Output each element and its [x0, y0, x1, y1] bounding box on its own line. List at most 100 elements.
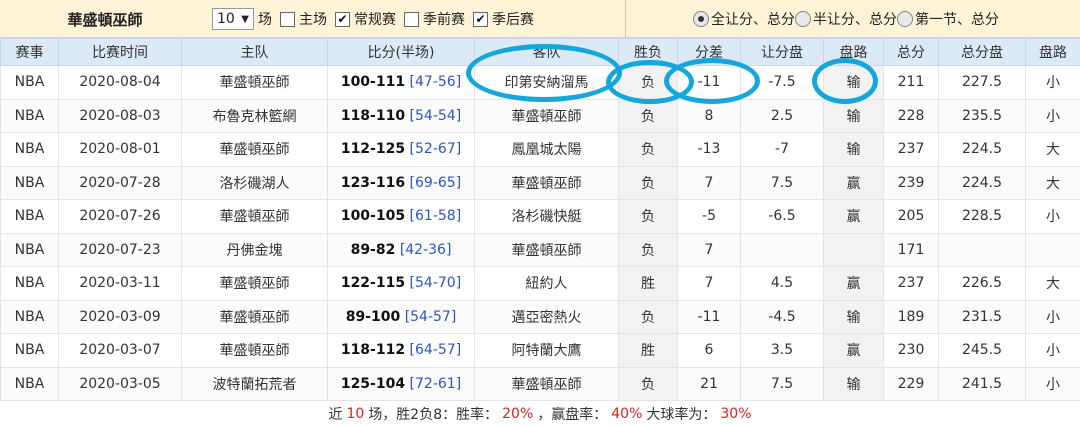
halftime-score: [52-67]: [409, 141, 462, 158]
halftime-score: [47-56]: [409, 74, 462, 91]
cell-date: 2020-03-07: [58, 333, 182, 368]
cell-home-team: 布魯克林籃網: [181, 98, 328, 133]
cell-spread-result: 输: [823, 366, 884, 401]
cell-league: NBA: [0, 333, 59, 368]
cell-over-under: 小: [1025, 333, 1080, 368]
cell-home-team: 波特蘭拓荒者: [181, 366, 328, 401]
cell-total: 205: [883, 199, 939, 234]
final-score: 122-115: [340, 275, 406, 292]
header-diff: 分差: [677, 38, 741, 66]
cell-over-under: 小: [1025, 366, 1080, 401]
cell-spread: -4.5: [740, 299, 824, 334]
cell-total: 211: [883, 65, 939, 100]
playoffs-checkbox[interactable]: ✔: [473, 11, 488, 27]
cell-total: 189: [883, 299, 939, 334]
cell-total: 237: [883, 132, 939, 167]
cell-spread-result: 输: [823, 299, 884, 334]
cell-date: 2020-03-11: [58, 266, 182, 301]
table-row: NBA 2020-07-26 華盛頓巫師 100-105 [61-58] 洛杉磯快艇负 -…: [0, 199, 1080, 234]
header-total-line: 总分盘: [938, 38, 1026, 66]
table-row: NBA 2020-07-23 丹佛金塊 89-82 [42-36] 華盛頓巫師负 7 171: [0, 232, 1080, 267]
cell-result: 负: [618, 232, 678, 267]
cell-away-team: 紐約人: [474, 266, 619, 301]
cell-total: 239: [883, 165, 939, 200]
summary-record: 场，胜2负8：胜率：: [368, 406, 499, 423]
table-row: NBA 2020-03-05 波特蘭拓荒者 125-104 [72-61] 華盛頓巫師负…: [0, 366, 1080, 401]
cell-home-team: 華盛頓巫師: [181, 299, 328, 334]
preseason-checkbox[interactable]: [404, 11, 419, 27]
filter-bar: 華盛頓巫師 10 ▼ 场 主场 ✔ 常规赛 季前赛 ✔ 季后赛 全让分、总分 半…: [0, 0, 1080, 38]
cell-league: NBA: [0, 98, 59, 133]
cell-league: NBA: [0, 366, 59, 401]
cell-diff: -11: [677, 299, 741, 334]
full-line-radio[interactable]: [693, 11, 709, 27]
header-home: 主队: [181, 38, 328, 66]
final-score: 100-105: [340, 208, 406, 225]
cell-score: 118-112 [64-57]: [327, 333, 475, 368]
final-score: 100-111: [340, 74, 406, 91]
cell-spread-result: 输: [823, 98, 884, 133]
cell-over-under: [1025, 232, 1080, 267]
home-checkbox[interactable]: [280, 11, 295, 27]
cell-date: 2020-08-01: [58, 132, 182, 167]
summary-cover-label: ，赢盘率：: [537, 406, 608, 423]
cell-league: NBA: [0, 266, 59, 301]
first-quarter-radio[interactable]: [897, 11, 913, 27]
cell-total-line: 227.5: [938, 65, 1026, 100]
cell-total: 228: [883, 98, 939, 133]
cell-date: 2020-08-04: [58, 65, 182, 100]
cell-date: 2020-03-09: [58, 299, 182, 334]
half-line-radio[interactable]: [795, 11, 811, 27]
cell-total-line: 226.5: [938, 266, 1026, 301]
cell-date: 2020-07-28: [58, 165, 182, 200]
chevron-down-icon: ▼: [241, 13, 249, 25]
cell-total-line: 245.5: [938, 333, 1026, 368]
preseason-label: 季前赛: [423, 12, 465, 28]
summary-count: 10: [346, 405, 365, 422]
cell-away-team: 阿特蘭大鷹: [474, 333, 619, 368]
cell-league: NBA: [0, 199, 59, 234]
cell-result: 负: [618, 366, 678, 401]
cell-league: NBA: [0, 132, 59, 167]
cell-total: 230: [883, 333, 939, 368]
header-date: 比赛时间: [58, 38, 182, 66]
cell-spread: 2.5: [740, 98, 824, 133]
cell-spread-result: 赢: [823, 333, 884, 368]
cell-diff: 7: [677, 165, 741, 200]
cell-home-team: 華盛頓巫師: [181, 132, 328, 167]
cell-date: 2020-08-03: [58, 98, 182, 133]
cell-total-line: 231.5: [938, 299, 1026, 334]
cell-score: 100-105 [61-58]: [327, 199, 475, 234]
match-count-unit: 场: [258, 12, 272, 28]
cell-over-under: 小: [1025, 98, 1080, 133]
cell-home-team: 華盛頓巫師: [181, 65, 328, 100]
cell-home-team: 丹佛金塊: [181, 232, 328, 267]
cell-date: 2020-07-26: [58, 199, 182, 234]
playoffs-label: 季后赛: [492, 12, 534, 28]
regular-season-checkbox[interactable]: ✔: [335, 11, 350, 27]
cell-total-line: 235.5: [938, 98, 1026, 133]
cell-spread: -7: [740, 132, 824, 167]
cell-spread-result: [823, 232, 884, 267]
cell-away-team: 華盛頓巫師: [474, 232, 619, 267]
cell-away-team: 華盛頓巫師: [474, 98, 619, 133]
cell-score: 89-100 [54-57]: [327, 299, 475, 334]
regular-season-label: 常规赛: [354, 12, 396, 28]
header-total: 总分: [883, 38, 939, 66]
cell-diff: 7: [677, 266, 741, 301]
cell-league: NBA: [0, 232, 59, 267]
header-score: 比分(半场): [327, 38, 475, 66]
cell-score: 100-111 [47-56]: [327, 65, 475, 100]
cell-score: 112-125 [52-67]: [327, 132, 475, 167]
cell-home-team: 華盛頓巫師: [181, 266, 328, 301]
header-away: 客队: [474, 38, 619, 66]
cell-diff: 7: [677, 232, 741, 267]
half-line-label: 半让分、总分: [813, 12, 897, 28]
first-quarter-label: 第一节、总分: [915, 12, 999, 28]
cell-spread: -6.5: [740, 199, 824, 234]
match-count-select[interactable]: 10 ▼: [212, 8, 254, 30]
cell-result: 负: [618, 165, 678, 200]
cell-away-team: 洛杉磯快艇: [474, 199, 619, 234]
cell-spread: [740, 232, 824, 267]
cell-over-under: 小: [1025, 199, 1080, 234]
